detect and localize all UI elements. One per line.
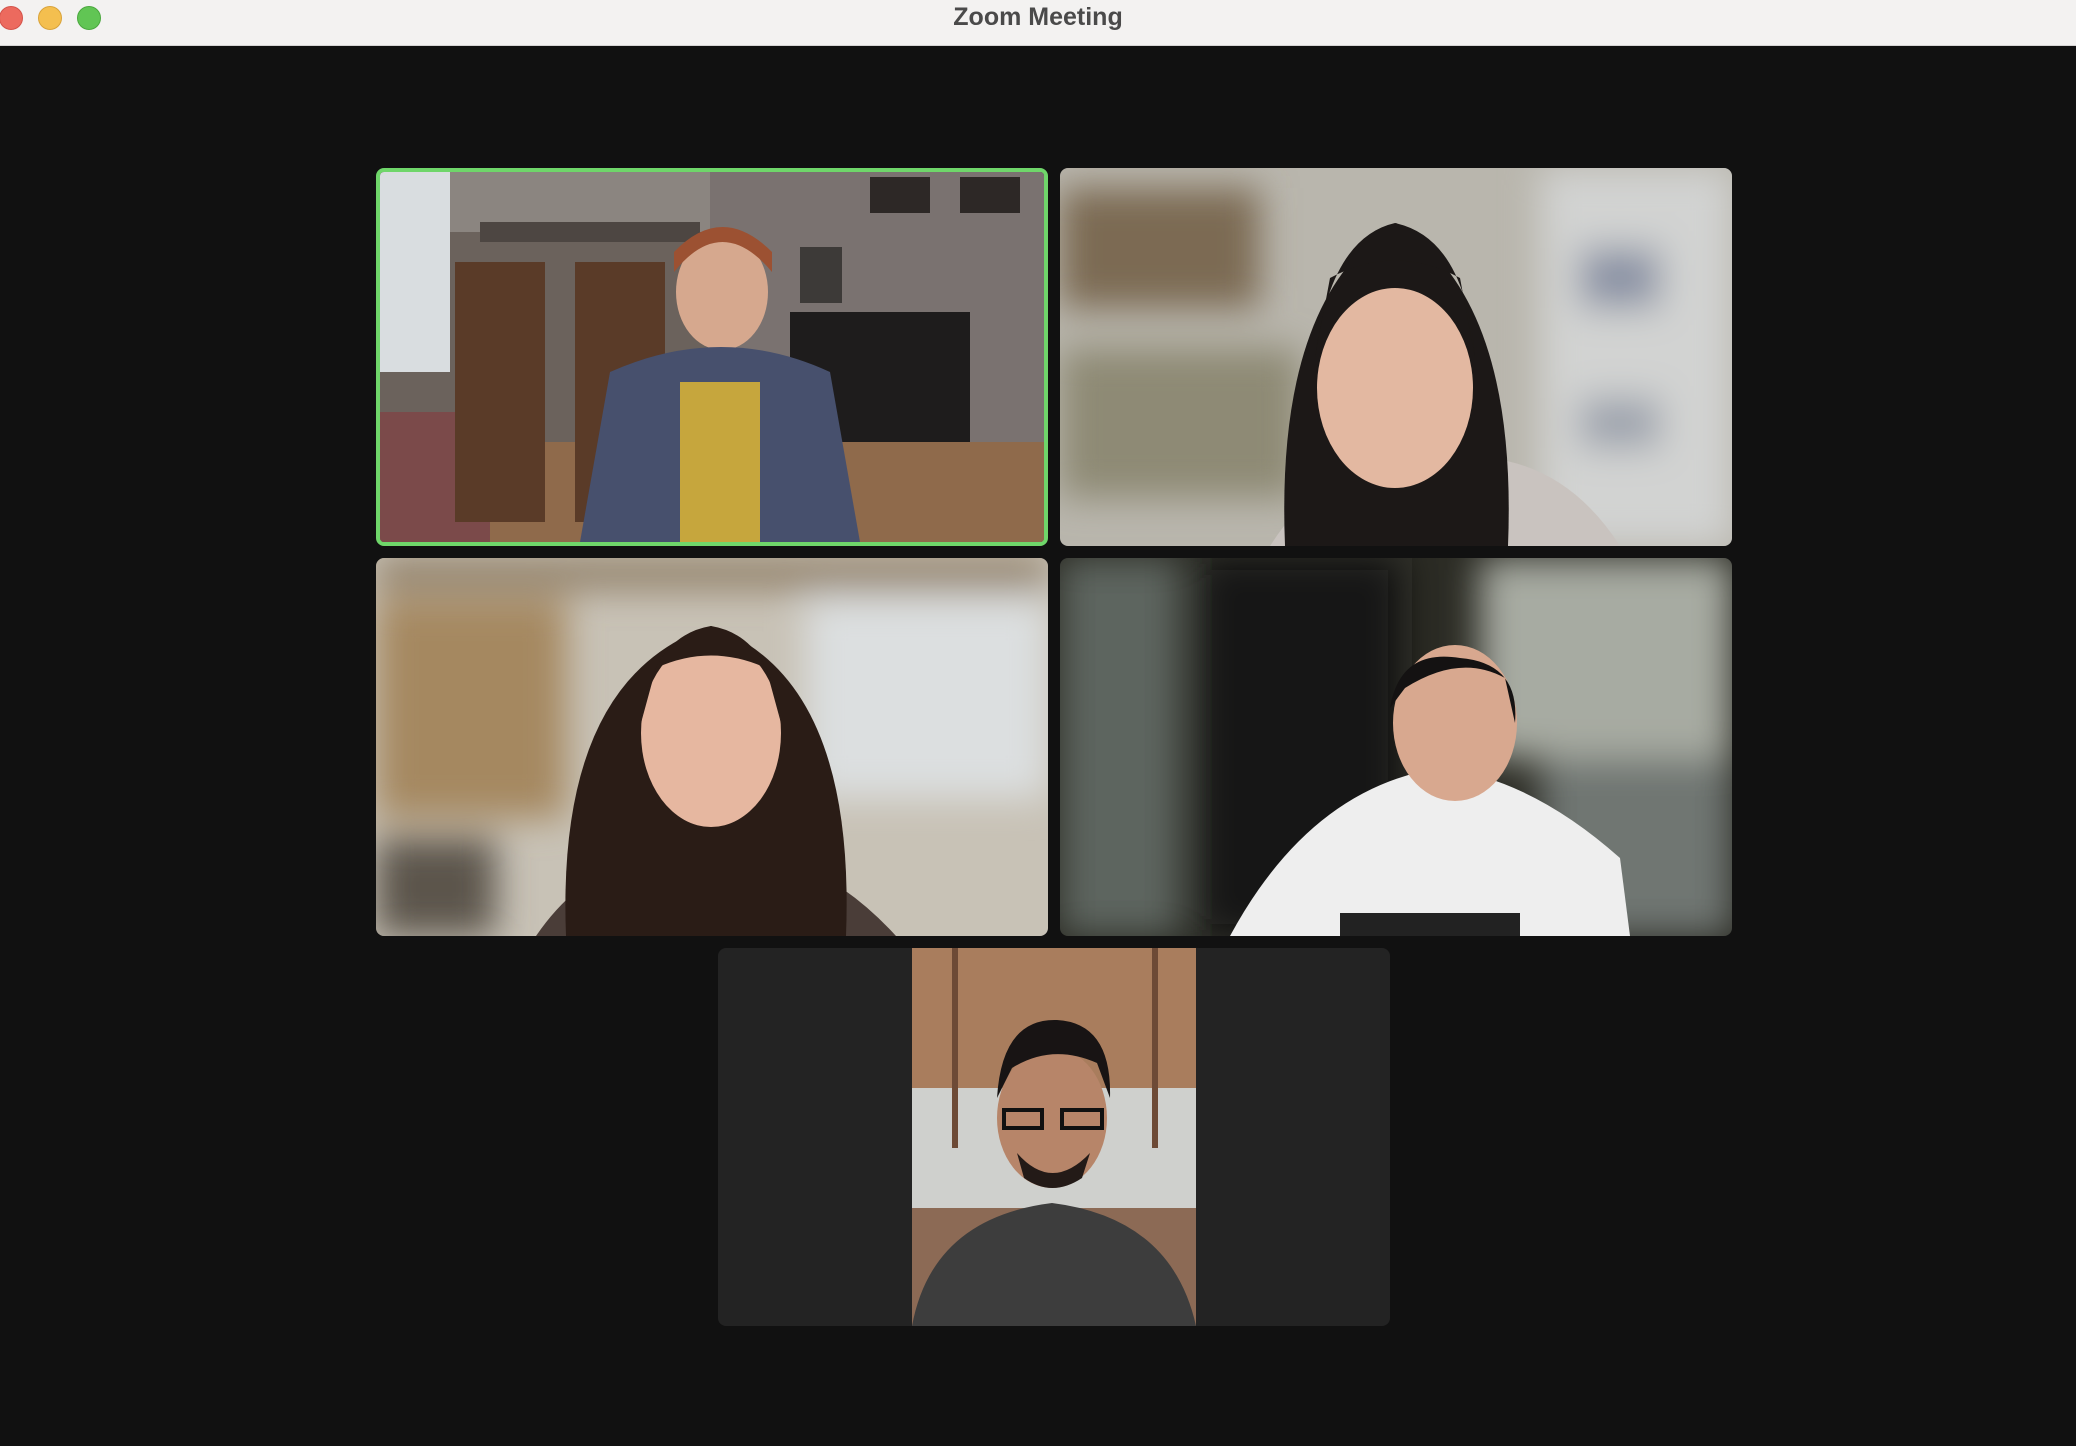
participant-video-feed	[380, 172, 1044, 542]
video-gallery	[0, 46, 2076, 1446]
participant-video-feed	[1060, 558, 1732, 936]
title-bar[interactable]: Zoom Meeting	[0, 0, 2076, 46]
participant-video-feed	[1060, 168, 1732, 546]
participant-video-feed	[376, 558, 1048, 936]
participant-video-tile[interactable]	[1060, 558, 1732, 936]
window-title: Zoom Meeting	[953, 3, 1123, 31]
participant-video-tile[interactable]	[718, 948, 1390, 1326]
zoom-window: Zoom Meeting	[0, 0, 2076, 1446]
participant-video-tile-active[interactable]	[376, 168, 1048, 546]
participant-video-feed-portrait	[912, 948, 1196, 1326]
participant-video-tile[interactable]	[376, 558, 1048, 936]
participant-video-tile[interactable]	[1060, 168, 1732, 546]
